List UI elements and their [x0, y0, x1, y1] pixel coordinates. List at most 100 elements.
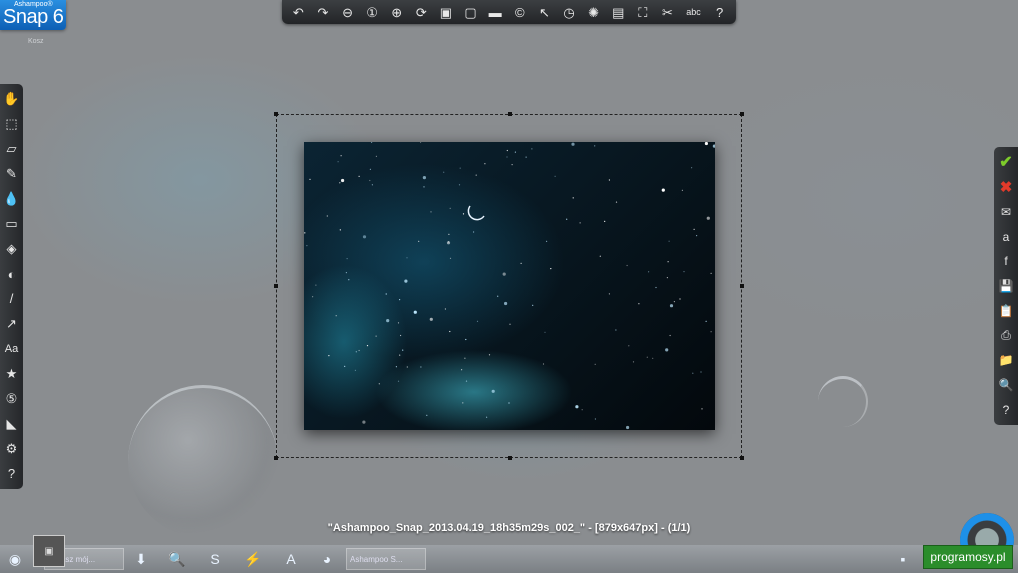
- resize-handle-t[interactable]: [508, 112, 512, 116]
- star: [710, 272, 712, 274]
- stamps-icon[interactable]: ★: [2, 363, 22, 385]
- resize-handle-r[interactable]: [740, 284, 744, 288]
- shapes-icon[interactable]: ◐: [2, 263, 22, 285]
- resize-handle-tl[interactable]: [274, 112, 278, 116]
- star: [712, 144, 715, 148]
- capture-thumbnail[interactable]: ▣: [33, 535, 65, 567]
- resize-handle-bl[interactable]: [274, 456, 278, 460]
- resize-handle-l[interactable]: [274, 284, 278, 288]
- star: [484, 163, 486, 165]
- ruler-icon[interactable]: ◣: [2, 413, 22, 435]
- email-icon[interactable]: ✉: [996, 201, 1016, 222]
- highlight-icon[interactable]: ▭: [2, 213, 22, 235]
- crop-icon[interactable]: ▢: [461, 3, 480, 22]
- star: [418, 240, 420, 242]
- star: [571, 142, 575, 146]
- star: [422, 176, 426, 180]
- confirm-icon[interactable]: ✔: [996, 152, 1016, 173]
- help-icon[interactable]: ?: [710, 3, 729, 22]
- star: [406, 366, 408, 368]
- cursor-icon[interactable]: ↖: [535, 3, 554, 22]
- taskbar-window-2[interactable]: Ashampoo S...: [346, 548, 426, 570]
- effects-icon[interactable]: ✺: [584, 3, 603, 22]
- star: [646, 356, 648, 358]
- arrow-tool-icon[interactable]: ↗: [2, 313, 22, 335]
- fill-bucket-icon[interactable]: ◈: [2, 238, 22, 260]
- clipboard-icon[interactable]: 📋: [996, 300, 1016, 321]
- browser-icon[interactable]: ◕: [316, 548, 338, 570]
- help-icon[interactable]: ?: [2, 463, 22, 485]
- zoom-actual-icon[interactable]: ①: [363, 3, 382, 22]
- bucket-icon[interactable]: ▤: [609, 3, 628, 22]
- star: [420, 142, 422, 143]
- star: [375, 335, 377, 337]
- cancel-icon[interactable]: ✖: [996, 177, 1016, 198]
- resize-handle-b[interactable]: [508, 456, 512, 460]
- star: [701, 408, 703, 410]
- image-caption: "Ashampoo_Snap_2013.04.19_18h35m29s_002_…: [327, 522, 691, 534]
- settings-icon[interactable]: ⚙: [2, 438, 22, 460]
- save-icon[interactable]: 💾: [996, 275, 1016, 296]
- selection-tool-icon[interactable]: ⬚: [2, 113, 22, 135]
- resize-handle-br[interactable]: [740, 456, 744, 460]
- fit-screen-icon[interactable]: ⛶: [633, 3, 652, 22]
- search-folder-icon[interactable]: 🔍: [996, 374, 1016, 395]
- start-button[interactable]: ◉: [4, 548, 26, 570]
- pencil-icon[interactable]: ✎: [2, 163, 22, 185]
- brush-icon[interactable]: /: [2, 288, 22, 310]
- web-upload-icon[interactable]: a: [996, 226, 1016, 247]
- undo-icon[interactable]: ↶: [289, 3, 308, 22]
- star: [429, 317, 433, 321]
- star: [692, 372, 694, 374]
- resize-handle-tr[interactable]: [740, 112, 744, 116]
- border-icon[interactable]: ▬: [486, 3, 505, 22]
- font-icon[interactable]: A: [280, 548, 302, 570]
- image-icon[interactable]: ▣: [436, 3, 455, 22]
- print-icon[interactable]: ⎙: [996, 325, 1016, 346]
- tray-icon[interactable]: ▪: [892, 548, 914, 570]
- clock-icon[interactable]: ◷: [560, 3, 579, 22]
- sync-icon[interactable]: ⚡: [242, 548, 264, 570]
- logo-name: Snap 6: [3, 6, 64, 28]
- star: [652, 357, 654, 359]
- star: [691, 167, 693, 169]
- star: [575, 405, 579, 409]
- watermark: programosy.pl: [923, 545, 1013, 569]
- star: [511, 164, 513, 166]
- star: [430, 211, 432, 213]
- star: [706, 216, 710, 220]
- star: [406, 257, 408, 259]
- star: [632, 361, 635, 363]
- star: [566, 218, 568, 220]
- search-icon[interactable]: 🔍: [166, 548, 188, 570]
- numbering-icon[interactable]: ⑤: [2, 388, 22, 410]
- star: [449, 207, 451, 209]
- star: [315, 284, 317, 286]
- star: [449, 257, 452, 259]
- blur-drop-icon[interactable]: 💧: [2, 188, 22, 210]
- captured-image[interactable]: [304, 142, 715, 430]
- download-icon[interactable]: ⬇: [130, 548, 152, 570]
- text-tool-icon[interactable]: Aa: [2, 338, 22, 360]
- star: [459, 167, 461, 169]
- cut-icon[interactable]: ✂: [658, 3, 677, 22]
- eraser-icon[interactable]: ▱: [2, 138, 22, 160]
- hand-tool-icon[interactable]: ✋: [2, 88, 22, 110]
- spellcheck-icon[interactable]: abc: [683, 3, 705, 22]
- skype-icon[interactable]: S: [204, 548, 226, 570]
- star: [486, 416, 488, 418]
- redo-icon[interactable]: ↷: [313, 3, 332, 22]
- folder-icon[interactable]: 📁: [996, 350, 1016, 371]
- star: [594, 418, 596, 420]
- star: [385, 293, 387, 295]
- facebook-icon[interactable]: f: [996, 251, 1016, 272]
- zoom-out-icon[interactable]: ⊖: [338, 3, 357, 22]
- help-icon[interactable]: ?: [996, 399, 1016, 420]
- zoom-in-icon[interactable]: ⊕: [387, 3, 406, 22]
- star: [464, 357, 466, 359]
- star: [608, 179, 610, 181]
- copyright-icon[interactable]: ©: [510, 3, 529, 22]
- rotate-icon[interactable]: ⟳: [412, 3, 431, 22]
- star: [599, 255, 601, 257]
- star: [655, 286, 657, 289]
